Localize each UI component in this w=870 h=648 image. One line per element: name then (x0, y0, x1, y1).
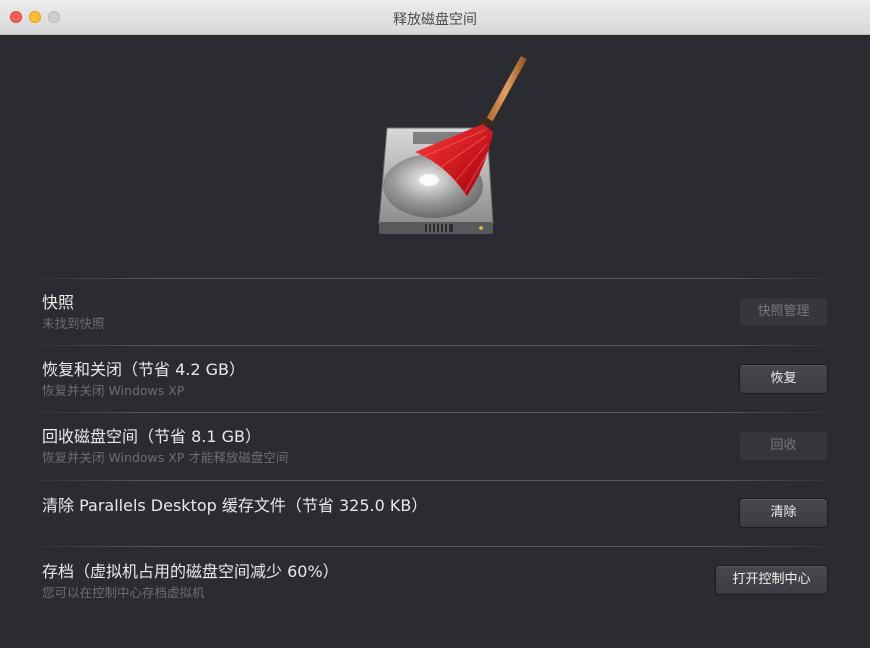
restore-shutdown-subtitle: 恢复并关闭 Windows XP (42, 383, 185, 398)
snapshots-title: 快照 (42, 293, 75, 312)
archive-subtitle: 您可以在控制中心存档虚拟机 (42, 585, 205, 600)
archive-title: 存档（虚拟机占用的磁盘空间减少 60%） (42, 562, 339, 581)
app-window: 释放磁盘空间 快照 未找到快照 快照管理 恢复和关闭（节省 4.2 GB） 恢复… (0, 0, 870, 648)
snapshots-subtitle: 未找到快照 (42, 316, 105, 331)
clear-cache-title: 清除 Parallels Desktop 缓存文件（节省 325.0 KB） (42, 496, 428, 515)
reclaim-button[interactable]: 回收 (739, 431, 828, 461)
reclaim-space-title: 回收磁盘空间（节省 8.1 GB） (42, 427, 261, 446)
manage-snapshots-button[interactable]: 快照管理 (739, 297, 828, 327)
open-control-center-button[interactable]: 打开控制中心 (715, 565, 828, 595)
clear-cache-section: 清除 Parallels Desktop 缓存文件（节省 325.0 KB） (42, 496, 828, 516)
disk-cleanup-broom-icon (378, 56, 527, 234)
restore-button[interactable]: 恢复 (739, 364, 828, 394)
divider-top (40, 278, 828, 279)
clear-button[interactable]: 清除 (739, 498, 828, 528)
divider (40, 546, 828, 547)
restore-shutdown-title: 恢复和关闭（节省 4.2 GB） (42, 360, 245, 379)
reclaim-space-section: 回收磁盘空间（节省 8.1 GB） 恢复并关闭 Windows XP 才能释放磁… (42, 427, 828, 466)
window-title: 释放磁盘空间 (393, 12, 477, 28)
divider (40, 412, 828, 413)
divider (40, 480, 828, 481)
archive-section: 存档（虚拟机占用的磁盘空间减少 60%） 您可以在控制中心存档虚拟机 (42, 562, 828, 601)
divider (40, 345, 828, 346)
restore-shutdown-section: 恢复和关闭（节省 4.2 GB） 恢复并关闭 Windows XP (42, 360, 828, 399)
reclaim-space-subtitle: 恢复并关闭 Windows XP 才能释放磁盘空间 (42, 450, 289, 465)
snapshots-section: 快照 未找到快照 (42, 293, 828, 332)
title-bar: 释放磁盘空间 (0, 0, 870, 35)
